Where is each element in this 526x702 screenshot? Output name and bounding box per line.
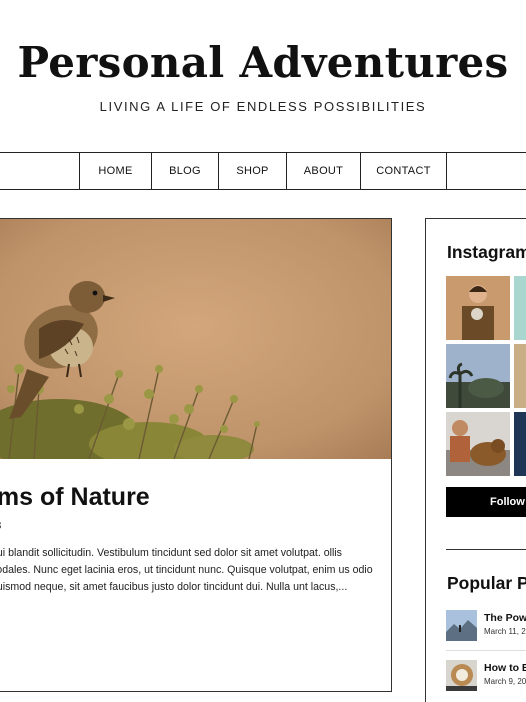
sidebar-divider <box>446 549 526 550</box>
post-date: 23 <box>0 520 1 532</box>
popular-post-thumbnail <box>446 610 477 641</box>
popular-post-date: March 9, 20 <box>484 677 526 686</box>
post-title[interactable]: ems of Nature <box>0 483 150 512</box>
nav-item-contact[interactable]: CONTACT <box>360 153 446 189</box>
popular-post-date: March 11, 2 <box>484 627 526 636</box>
instagram-follow-button[interactable]: Follow o <box>446 487 526 517</box>
nav-item-blog[interactable]: BLOG <box>151 153 218 189</box>
site-tagline: LIVING A LIFE OF ENDLESS POSSIBILITIES <box>99 99 427 114</box>
nav-item-home[interactable]: HOME <box>79 153 151 189</box>
main-nav: HOME BLOG SHOP ABOUT CONTACT <box>0 152 526 190</box>
popular-post-separator <box>446 650 526 651</box>
featured-post-card: ems of Nature 23 dui blandit sollicitudi… <box>0 218 392 692</box>
popular-post-item[interactable]: The Powe March 11, 2 <box>446 610 526 644</box>
popular-post-item[interactable]: How to B March 9, 20 <box>446 660 526 694</box>
nav-item-shop[interactable]: SHOP <box>218 153 286 189</box>
popular-posts-heading: Popular Po <box>447 573 526 593</box>
instagram-photo[interactable] <box>446 276 510 340</box>
instagram-photo[interactable] <box>446 412 510 476</box>
site-title[interactable]: Personal Adventures <box>0 38 526 87</box>
popular-post-title[interactable]: How to B <box>484 662 526 674</box>
instagram-photo[interactable] <box>514 412 526 476</box>
sidebar: Instagram Follow Popular The Po March 11… <box>425 218 526 702</box>
instagram-photo[interactable] <box>514 276 526 340</box>
instagram-photo[interactable] <box>514 344 526 408</box>
post-featured-image[interactable] <box>0 219 391 459</box>
instagram-heading: Instagram <box>447 242 526 262</box>
nav-item-about[interactable]: ABOUT <box>286 153 360 189</box>
post-excerpt: dui blandit sollicitudin. Vestibulum tin… <box>0 547 373 593</box>
popular-post-thumbnail <box>446 660 477 691</box>
popular-post-title[interactable]: The Powe <box>484 612 526 624</box>
nav-divider <box>446 153 447 189</box>
instagram-photo[interactable] <box>446 344 510 408</box>
